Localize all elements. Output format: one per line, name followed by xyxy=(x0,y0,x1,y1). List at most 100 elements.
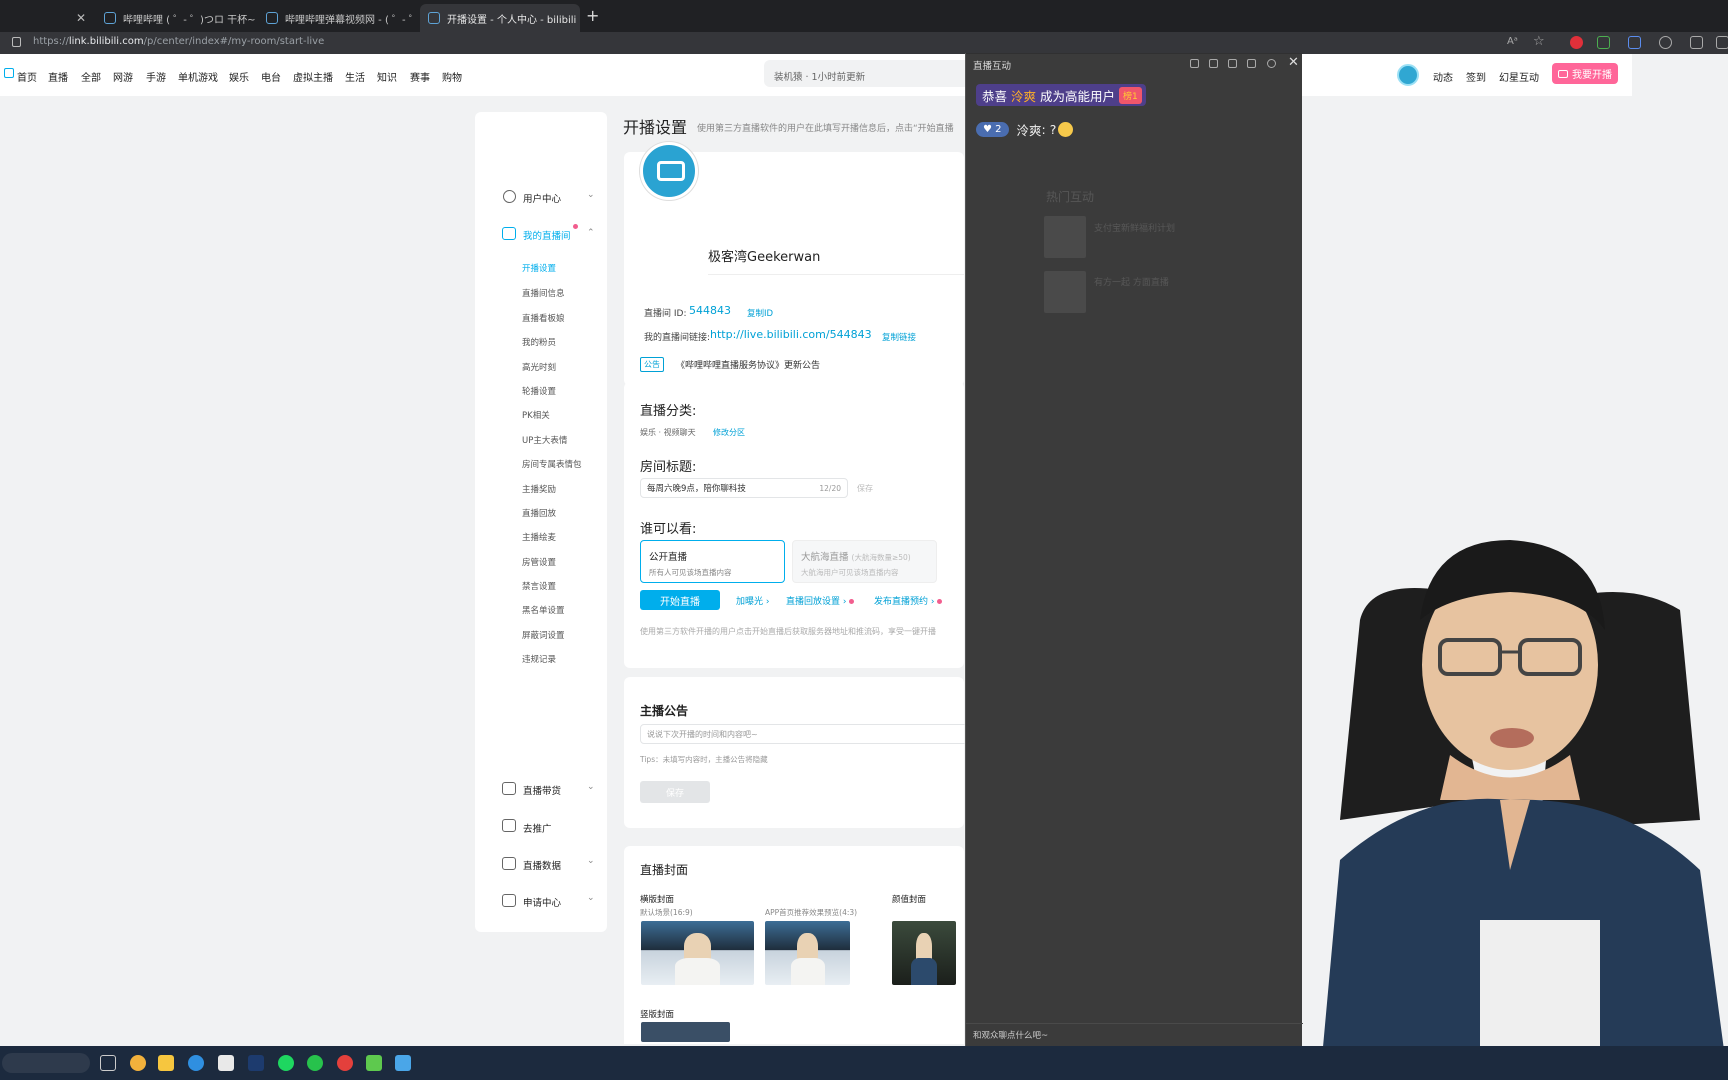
nav-item[interactable]: 生活 xyxy=(345,69,365,84)
address-bar[interactable]: https://link.bilibili.com/p/center/index… xyxy=(0,32,1728,54)
landscape-cover-image[interactable] xyxy=(641,921,754,985)
nav-item[interactable]: 网游 xyxy=(113,69,133,84)
notice-link[interactable]: 《哔哩哔哩直播服务协议》更新公告 xyxy=(676,358,820,371)
sidebar-sub-item[interactable]: 高光时刻 xyxy=(522,361,556,373)
edge-icon[interactable] xyxy=(188,1055,204,1071)
congrats-user[interactable]: 泠爽 xyxy=(1011,86,1036,105)
sidebar-item-apply[interactable]: 申请中心 xyxy=(523,895,561,909)
nav-item[interactable]: 全部 xyxy=(81,69,101,84)
sidebar-sub-item[interactable]: 直播看板娘 xyxy=(522,312,565,324)
chevron-down-icon[interactable]: ⌄ xyxy=(587,856,595,866)
chevron-down-icon[interactable]: ⌄ xyxy=(587,782,595,792)
sidebar-sub-item[interactable]: 主播奖励 xyxy=(522,483,556,495)
nav-item[interactable]: 虚拟主播 xyxy=(293,69,333,84)
weather-icon[interactable] xyxy=(130,1055,146,1071)
nav-item[interactable]: 赛事 xyxy=(410,69,430,84)
app-icon[interactable] xyxy=(337,1055,353,1071)
nav-item[interactable]: 知识 xyxy=(377,69,397,84)
lock-icon[interactable] xyxy=(1228,59,1237,68)
sidebar-sub-item[interactable]: 黑名单设置 xyxy=(522,604,565,616)
collections-icon[interactable] xyxy=(1716,36,1728,49)
sidebar-item-my-room[interactable]: 我的直播间 xyxy=(523,228,571,242)
close-icon[interactable]: ✕ xyxy=(1288,55,1299,70)
publish-reserve-link[interactable]: 发布直播预约 › xyxy=(874,594,943,607)
wechat-icon[interactable] xyxy=(307,1055,323,1071)
taskbar-search[interactable] xyxy=(2,1053,90,1073)
sidebar-sub-item[interactable]: 直播间信息 xyxy=(522,287,565,299)
sidebar-sub-item[interactable]: 开播设置 xyxy=(522,262,556,274)
nav-item[interactable]: 娱乐 xyxy=(229,69,249,84)
room-title-save-button[interactable]: 保存 xyxy=(857,483,873,494)
gear-icon[interactable] xyxy=(1267,59,1276,68)
announcement-save-button[interactable]: 保存 xyxy=(640,781,710,803)
app-preview-image[interactable] xyxy=(765,921,850,985)
room-title-input[interactable]: 每周六晚9点，陪你聊科技 12/20 xyxy=(640,478,848,498)
popout-icon[interactable] xyxy=(1190,59,1199,68)
nav-dynamic[interactable]: 动态 xyxy=(1433,69,1453,84)
sidebar-item-promote[interactable]: 去推广 xyxy=(523,821,552,835)
sidebar-sub-item[interactable]: 房管设置 xyxy=(522,556,556,568)
browser-tab[interactable]: ✕ xyxy=(0,4,94,32)
nav-item[interactable]: 首页 xyxy=(17,69,37,84)
mute-icon[interactable] xyxy=(1209,59,1218,68)
file-explorer-icon[interactable] xyxy=(158,1055,174,1071)
browser-tab[interactable]: 哔哩哔哩弹幕视频网 - ( ゜- ゜)つ ✕ xyxy=(258,4,418,32)
copy-link[interactable]: 复制链接 xyxy=(882,331,916,343)
task-view-icon[interactable] xyxy=(100,1055,116,1071)
public-live-option[interactable]: 公开直播 所有人可见该场直播内容 xyxy=(640,540,785,583)
sidebar-sub-item[interactable]: 轮播设置 xyxy=(522,385,556,397)
favorite-star-icon[interactable]: ☆ xyxy=(1533,34,1546,49)
sidebar-sub-item[interactable]: PK相关 xyxy=(522,409,550,421)
nav-item[interactable]: 手游 xyxy=(146,69,166,84)
browser-tab-active[interactable]: 开播设置 - 个人中心 - bilibili link ✕ xyxy=(420,4,580,32)
sidebar-item-sales[interactable]: 直播带货 xyxy=(523,783,561,797)
nav-item[interactable]: 购物 xyxy=(442,69,462,84)
copy-id-link[interactable]: 复制ID xyxy=(747,307,773,319)
spotify-icon[interactable] xyxy=(278,1055,294,1071)
go-live-button[interactable]: 我要开播 xyxy=(1552,63,1618,84)
chat-username[interactable]: 泠爽 xyxy=(1017,120,1042,139)
announcement-input[interactable]: 说说下次开播的时间和内容吧~ xyxy=(640,724,970,744)
room-link[interactable]: http://live.bilibili.com/544843 xyxy=(710,328,872,341)
nav-item[interactable]: 直播 xyxy=(48,69,68,84)
sidebar-sub-item[interactable]: 违规记录 xyxy=(522,653,556,665)
url-text[interactable]: https://link.bilibili.com/p/center/index… xyxy=(33,36,324,47)
change-category-link[interactable]: 修改分区 xyxy=(713,427,745,438)
nav-checkin[interactable]: 签到 xyxy=(1466,69,1486,84)
avatar[interactable] xyxy=(1397,64,1419,86)
sidebar-item-user-center[interactable]: 用户中心 xyxy=(523,191,561,205)
store-icon[interactable] xyxy=(218,1055,234,1071)
sidebar-sub-item[interactable]: 屏蔽词设置 xyxy=(522,629,565,641)
sidebar-sub-item[interactable]: UP主大表情 xyxy=(522,434,567,446)
new-tab-button[interactable]: + xyxy=(586,6,599,25)
start-live-button[interactable]: 开始直播 xyxy=(640,590,720,610)
chevron-down-icon[interactable]: ⌄ xyxy=(587,893,595,903)
chat-input[interactable]: 和观众聊点什么吧~ xyxy=(973,1029,1048,1041)
boost-link[interactable]: 加曝光 › xyxy=(736,594,769,607)
sidebar-sub-item[interactable]: 房间专属表情包 xyxy=(522,458,582,470)
app-icon[interactable] xyxy=(395,1055,411,1071)
translate-icon[interactable] xyxy=(1628,36,1641,49)
read-aloud-icon[interactable]: Aᵃ xyxy=(1507,36,1520,49)
chevron-up-icon[interactable]: ⌃ xyxy=(587,228,595,238)
app-icon[interactable] xyxy=(366,1055,382,1071)
guard-live-option[interactable]: 大航海直播 (大航海数量≥50) 大航海用户可见该场直播内容 xyxy=(792,540,937,583)
sidebar-item-data[interactable]: 直播数据 xyxy=(523,858,561,872)
chevron-down-icon[interactable]: ⌄ xyxy=(587,190,595,200)
extension-icon[interactable] xyxy=(1597,36,1610,49)
replay-settings-link[interactable]: 直播回放设置 › xyxy=(786,594,855,607)
extensions-icon[interactable] xyxy=(1659,36,1672,49)
browser-tab[interactable]: 哔哩哔哩 ( ゜- ゜)つロ 干杯~-bili ✕ xyxy=(96,4,256,32)
tab-close-icon[interactable]: ✕ xyxy=(68,11,86,25)
sidebar-sub-item[interactable]: 直播回放 xyxy=(522,507,556,519)
nav-item[interactable]: 单机游戏 xyxy=(178,69,218,84)
sidebar-sub-item[interactable]: 我的粉员 xyxy=(522,336,556,348)
volume-icon[interactable] xyxy=(1247,59,1256,68)
sidebar-sub-item[interactable]: 主播绘麦 xyxy=(522,531,556,543)
nav-item[interactable]: 电台 xyxy=(261,69,281,84)
portrait-cover-image[interactable] xyxy=(641,1022,730,1042)
sidebar-sub-item[interactable]: 禁言设置 xyxy=(522,580,556,592)
app-icon[interactable] xyxy=(248,1055,264,1071)
face-cover-image[interactable] xyxy=(892,921,956,985)
split-screen-icon[interactable] xyxy=(1690,36,1703,49)
